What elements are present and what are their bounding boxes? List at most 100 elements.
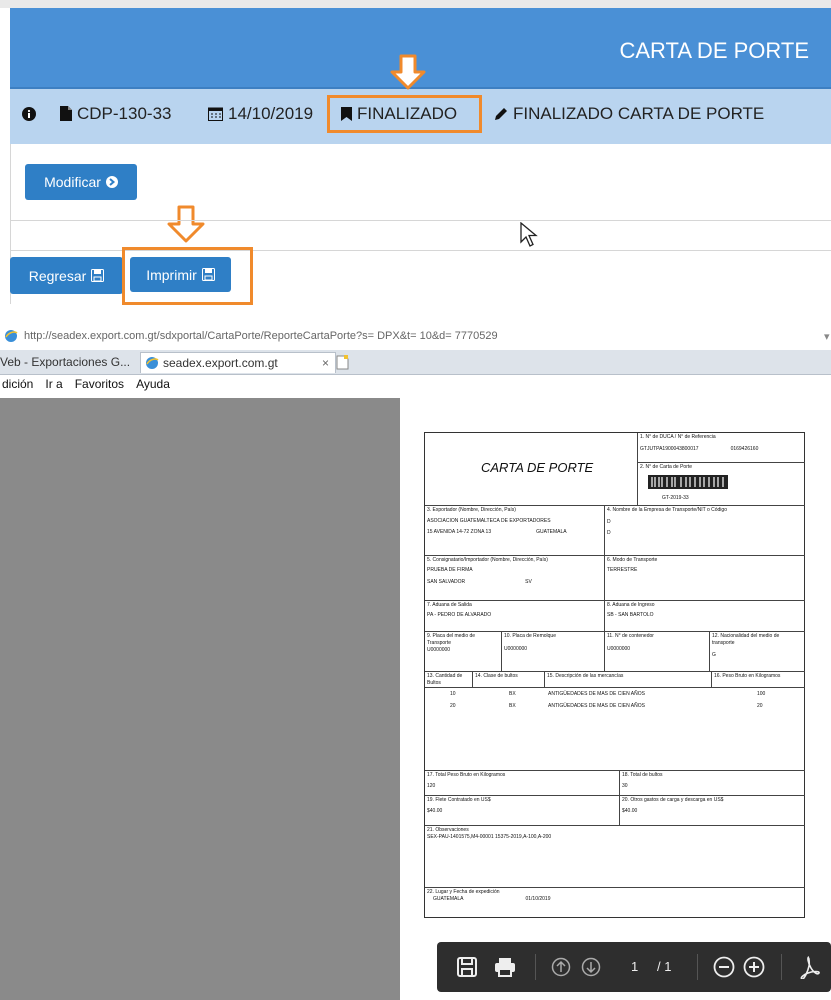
document-id-text: CDP-130-33	[77, 104, 172, 123]
field-10-label: 10. Placa de Remolque	[504, 633, 556, 639]
ie-icon	[5, 330, 18, 342]
item-1-desc: ANTIGÜEDADES DE MAS DE CIEN AÑOS	[548, 691, 645, 697]
info-icon[interactable]	[22, 104, 41, 124]
save-icon	[201, 268, 215, 281]
field-8-label: 8. Aduana de Ingreso	[607, 602, 655, 608]
field-2: 2. N° de Carta de Porte GT-2019-33	[638, 463, 805, 506]
status-text: FINALIZADO	[357, 104, 458, 123]
bookmark-icon	[341, 107, 352, 121]
zoom-out-icon[interactable]	[713, 956, 735, 978]
modify-button[interactable]: Modificar	[25, 164, 137, 200]
field-1-value-2: 0169426160	[730, 445, 759, 452]
pdf-toolbar: 1 / 1	[437, 942, 831, 992]
status-badge: FINALIZADO	[341, 104, 457, 124]
field-17-label: 17. Total Peso Bruto en Kilogramos	[427, 772, 506, 778]
info-bar: CDP-130-33 14/10/2019 FINALIZADO FINALIZ…	[10, 89, 831, 144]
field-21-value: SEX-PAU-1401575,M4-00001 15375-2019,A-10…	[427, 833, 552, 840]
field-5-line-3: SV	[525, 578, 532, 585]
dropdown-icon[interactable]: ▾	[824, 330, 830, 343]
field-3-line-2: 15 AVENIDA 14-72 ZONA 13	[427, 528, 492, 535]
field-20: 20. Otros gastos de carga y descarga en …	[620, 796, 805, 826]
field-15-header: 15. Descripción de las mercancías	[545, 672, 712, 688]
modify-label: Modificar	[44, 174, 101, 190]
field-4-line-1: D	[607, 518, 611, 525]
tab-seadex[interactable]: seadex.export.com.gt ×	[140, 352, 336, 373]
adobe-acrobat-icon[interactable]	[799, 955, 821, 979]
page-title: CARTA DE PORTE	[619, 38, 810, 63]
tab-exportaciones[interactable]: Veb - Exportaciones G...	[0, 352, 140, 372]
field-22-place: GUATEMALA	[433, 895, 464, 902]
field-9: 9. Placa del medio de Transporte U000000…	[425, 632, 502, 672]
page-down-icon[interactable]	[581, 957, 601, 977]
field-2-label: 2. N° de Carta de Porte	[640, 464, 693, 470]
tab-label: seadex.export.com.gt	[163, 356, 278, 370]
field-11-label: 11. N° de contenedor	[607, 633, 654, 639]
toolbar-divider	[781, 954, 782, 980]
field-1: 1. N° de DUCA / N° de Referencia GTJUTPA…	[638, 433, 805, 463]
field-18: 18. Total de bultos 30	[620, 770, 805, 796]
field-10: 10. Placa de Remolque U0000000	[502, 632, 605, 672]
field-12-label: 12. Nacionalidad del medio de transporte	[712, 633, 780, 646]
field-20-label: 20. Otros gastos de carga y descarga en …	[622, 797, 724, 803]
field-14-header: 14. Clase de bultos	[473, 672, 545, 688]
field-18-value: 30	[622, 782, 628, 789]
field-3-line-1: ASOCIACION GUATEMALTECA DE EXPORTADORES	[427, 517, 551, 524]
pdf-viewer-background	[0, 398, 400, 1000]
zoom-in-icon[interactable]	[743, 956, 765, 978]
field-4-label: 4. Nombre de la Empresa de Transporte/NI…	[607, 507, 727, 513]
status-detail: FINALIZADO CARTA DE PORTE	[494, 104, 764, 124]
field-7: 7. Aduana de Salida PA - PEDRO DE ALVARA…	[425, 601, 605, 632]
print-button[interactable]: Imprimir	[130, 257, 231, 292]
field-9-label: 9. Placa del medio de Transporte	[427, 633, 476, 646]
menu-favoritos[interactable]: Favoritos	[75, 377, 124, 391]
field-18-label: 18. Total de bultos	[622, 772, 663, 778]
tab-label: Veb - Exportaciones G...	[0, 355, 131, 369]
document-id: CDP-130-33	[60, 104, 172, 124]
field-7-label: 7. Aduana de Salida	[427, 602, 472, 608]
field-1-label: 1. N° de DUCA / N° de Referencia	[640, 434, 716, 440]
menu-ayuda[interactable]: Ayuda	[136, 377, 170, 391]
back-button[interactable]: Regresar	[10, 257, 123, 294]
field-21: 21. Observaciones SEX-PAU-1401575,M4-000…	[425, 826, 805, 888]
document-date: 14/10/2019	[208, 104, 313, 124]
close-tab-icon[interactable]: ×	[322, 356, 329, 370]
pencil-icon	[495, 108, 507, 120]
page-number[interactable]: 1	[631, 959, 638, 974]
field-11-value: U0000000	[607, 645, 631, 652]
menu-edicion[interactable]: dición	[2, 377, 33, 391]
address-bar[interactable]: http://seadex.export.com.gt/sdxportal/Ca…	[0, 326, 831, 348]
field-21-label: 21. Observaciones	[427, 827, 469, 833]
field-22-label: 22. Lugar y Fecha de expedición	[427, 889, 500, 895]
circle-arrow-right-icon	[105, 176, 118, 188]
field-1-value: GTJUTPA1900043800017	[640, 445, 699, 452]
carta-de-porte-document: CARTA DE PORTE 1. N° de DUCA / N° de Ref…	[424, 432, 805, 918]
new-tab-icon	[336, 354, 349, 369]
save-icon	[91, 269, 105, 282]
field-16-header: 16. Peso Bruto en Kilogramos	[712, 672, 805, 688]
field-6: 6. Modo de Transporte TERRESTRE	[605, 556, 805, 601]
item-1-kind: BX	[509, 691, 516, 697]
field-3-label: 3. Exportador (Nombre, Dirección, País)	[427, 507, 516, 513]
toolbar-divider	[697, 954, 698, 980]
url-text: http://seadex.export.com.gt/sdxportal/Ca…	[24, 330, 498, 342]
mouse-cursor-icon	[520, 222, 538, 247]
field-2-value: GT-2019-33	[662, 495, 689, 501]
field-22: 22. Lugar y Fecha de expedición GUATEMAL…	[425, 888, 805, 918]
item-2-weight: 20	[757, 703, 763, 709]
document-date-text: 14/10/2019	[228, 104, 314, 123]
doc-title: CARTA DE PORTE	[481, 460, 594, 475]
field-5: 5. Consignatario/Importador (Nombre, Dir…	[425, 556, 605, 601]
save-icon[interactable]	[457, 957, 477, 977]
field-13-header: 13. Cantidad de Bultos	[425, 672, 473, 688]
calendar-icon	[208, 107, 223, 121]
menu-ir-a[interactable]: Ir a	[45, 377, 62, 391]
page-up-icon[interactable]	[551, 957, 571, 977]
field-19-label: 19. Flete Contratado en US$	[427, 797, 491, 803]
field-4-line-2: D	[607, 529, 611, 536]
item-1-qty: 10	[450, 691, 456, 697]
ie-icon	[146, 357, 159, 369]
divider	[10, 220, 831, 221]
print-icon[interactable]	[494, 957, 516, 977]
field-17-value: 120	[427, 782, 436, 789]
new-tab-button[interactable]	[336, 352, 356, 372]
